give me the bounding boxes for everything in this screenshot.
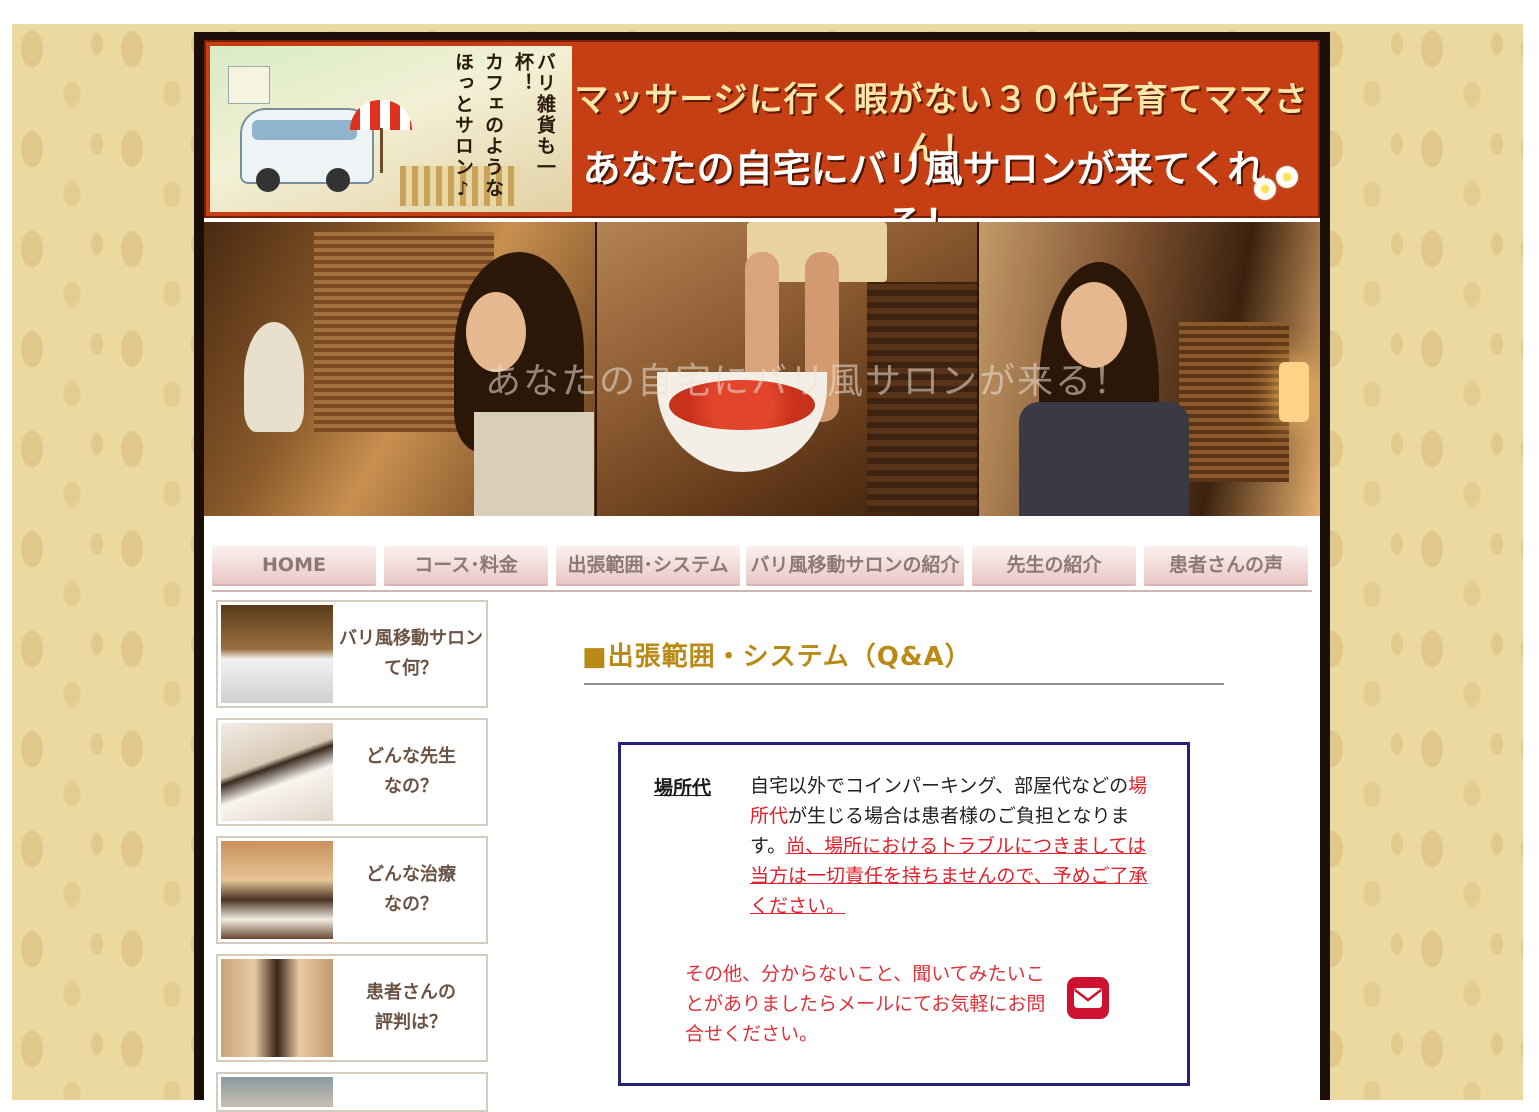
statue-image	[244, 322, 304, 432]
qa-answer-text: 自宅以外でコインパーキング、部屋代などの	[750, 775, 1129, 797]
page-inner: バリ雑貨も一杯！ カフェのような ほっとサロン♪ マッサージに行く暇がない３０代…	[204, 40, 1320, 1112]
banner-tagline-col3: ほっとサロン♪	[452, 52, 474, 202]
patients-thumbnail	[221, 959, 333, 1057]
nav-service-area[interactable]: 出張範囲･システム	[556, 546, 740, 586]
nav-testimonials[interactable]: 患者さんの声	[1144, 546, 1308, 586]
nav-teacher[interactable]: 先生の紹介	[972, 546, 1136, 586]
sidebar-item-reviews[interactable]: 患者さんの 評判は？	[216, 954, 488, 1062]
sidebar-item-salon[interactable]: バリ風移動サロン て何？	[216, 600, 488, 708]
salon-illustration: バリ雑貨も一杯！ カフェのような ほっとサロン♪	[210, 46, 572, 212]
sidebar-item-label: 患者さんの 評判は？	[366, 982, 456, 1033]
header-banner: バリ雑貨も一杯！ カフェのような ほっとサロン♪ マッサージに行く暇がない３０代…	[204, 40, 1320, 246]
title-divider	[584, 683, 1224, 685]
sidebar-item-label: バリ風移動サロン て何？	[339, 628, 483, 679]
page-title: ■出張範囲・システム（Q&A）	[582, 642, 972, 672]
sidebar-item-more[interactable]	[216, 1072, 488, 1112]
mail-icon[interactable]	[1067, 977, 1109, 1019]
contact-text: その他、分からないこと、聞いてみたいことがありましたらメールにてお気軽にお問合せ…	[685, 963, 1046, 1045]
page-frame: バリ雑貨も一杯！ カフェのような ほっとサロン♪ マッサージに行く暇がない３０代…	[194, 32, 1330, 1112]
nav-course-price[interactable]: コース･料金	[384, 546, 548, 586]
nav-home[interactable]: HOME	[212, 546, 376, 586]
sidebar-item-label: どんな先生 なの？	[366, 746, 456, 797]
shop-sign-illustration	[228, 66, 270, 104]
teacher-thumbnail	[221, 723, 333, 821]
nav-divider	[212, 590, 1312, 592]
frangipani-flower-icon	[1276, 166, 1298, 188]
sidebar-item-teacher[interactable]: どんな先生 なの？	[216, 718, 488, 826]
qa-answer: 自宅以外でコインパーキング、部屋代などの場所代が生じる場合は患者様のご負担となり…	[750, 771, 1150, 921]
main-nav: HOME コース･料金 出張範囲･システム バリ風移動サロンの紹介 先生の紹介 …	[212, 546, 1312, 586]
treatment-thumbnail	[221, 841, 333, 939]
parasol-illustration	[350, 100, 412, 130]
photo-watermark: あなたの自宅にバリ風サロンが来る！	[484, 361, 1131, 402]
qa-answer-warning: 尚、場所におけるトラブルにつきましては当方は一切責任を持ちませんので、予めご了承…	[750, 835, 1148, 917]
hero-photo-strip: あなたの自宅にバリ風サロンが来る！	[204, 222, 1320, 516]
banner-tagline-col1: バリ雑貨も一杯！	[512, 52, 556, 178]
qa-term: 場所代	[654, 777, 712, 799]
banner-tagline-col2: カフェのような	[482, 52, 504, 199]
nav-salon-intro[interactable]: バリ風移動サロンの紹介	[746, 546, 964, 586]
van-thumbnail	[221, 605, 333, 703]
qa-box: 場所代 自宅以外でコインパーキング、部屋代などの場所代が生じる場合は患者様のご負…	[618, 742, 1190, 1086]
sidebar-item-treatment[interactable]: どんな治療 なの？	[216, 836, 488, 944]
parasol-pole	[380, 128, 383, 173]
more-thumbnail	[221, 1077, 333, 1107]
sidebar-item-label: どんな治療 なの？	[366, 864, 456, 915]
frangipani-flower-icon	[1254, 178, 1276, 200]
